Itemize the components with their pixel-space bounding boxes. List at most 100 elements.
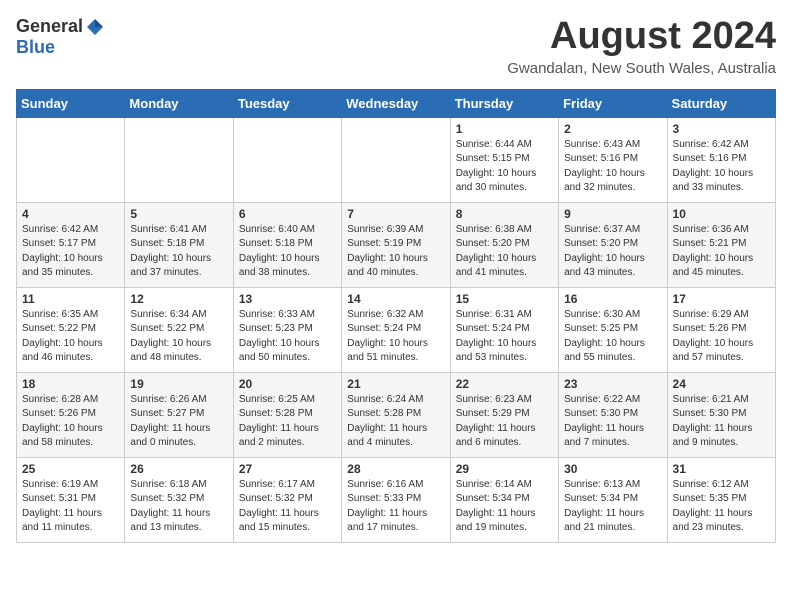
calendar-cell: 27 Sunrise: 6:17 AMSunset: 5:32 PMDayligh… [233,457,341,542]
day-number: 31 [673,462,770,476]
calendar-week-3: 11 Sunrise: 6:35 AMSunset: 5:22 PMDayligh… [17,287,776,372]
logo-blue-text: Blue [16,37,55,58]
day-info: Sunrise: 6:36 AMSunset: 5:21 PMDaylight:… [673,223,770,281]
day-number: 27 [239,462,336,476]
day-info: Sunrise: 6:30 AMSunset: 5:25 PMDaylight:… [564,308,661,366]
day-info: Sunrise: 6:42 AMSunset: 5:17 PMDaylight:… [22,223,119,281]
day-number: 24 [673,377,770,391]
day-number: 29 [456,462,553,476]
calendar-cell: 19Sunrise: 6:26 AMSunset: 5:27 PMDayligh… [125,372,233,457]
calendar-cell: 21 Sunrise: 6:24 AMSunset: 5:28 PMDayligh… [342,372,450,457]
calendar-cell: 29Sunrise: 6:14 AMSunset: 5:34 PMDayligh… [450,457,558,542]
calendar-week-5: 25 Sunrise: 6:19 AMSunset: 5:31 PMDayligh… [17,457,776,542]
calendar-cell: 25 Sunrise: 6:19 AMSunset: 5:31 PMDayligh… [17,457,125,542]
day-number: 12 [130,292,227,306]
calendar-cell: 8Sunrise: 6:38 AMSunset: 5:20 PMDaylight… [450,202,558,287]
calendar-week-4: 18Sunrise: 6:28 AMSunset: 5:26 PMDayligh… [17,372,776,457]
header-thursday: Thursday [450,89,558,117]
day-info: Sunrise: 6:32 AMSunset: 5:24 PMDaylight:… [347,308,444,366]
day-number: 10 [673,207,770,221]
calendar-cell: 6 Sunrise: 6:40 AMSunset: 5:18 PMDaylight… [233,202,341,287]
calendar-cell [233,117,341,202]
day-info: Sunrise: 6:12 AMSunset: 5:35 PMDaylight:… [673,478,770,536]
day-info: Sunrise: 6:22 AMSunset: 5:30 PMDaylight:… [564,393,661,451]
day-number: 18 [22,377,119,391]
day-number: 6 [239,207,336,221]
day-info: Sunrise: 6:19 AMSunset: 5:31 PMDaylight:… [22,478,119,536]
calendar-cell: 2 Sunrise: 6:43 AMSunset: 5:16 PMDaylight… [559,117,667,202]
location-subtitle: Gwandalan, New South Wales, Australia [507,60,776,77]
day-number: 28 [347,462,444,476]
day-info: Sunrise: 6:18 AMSunset: 5:32 PMDaylight:… [130,478,227,536]
calendar-week-1: 1 Sunrise: 6:44 AMSunset: 5:15 PMDaylight… [17,117,776,202]
calendar-cell: 16 Sunrise: 6:30 AMSunset: 5:25 PMDayligh… [559,287,667,372]
day-info: Sunrise: 6:43 AMSunset: 5:16 PMDaylight:… [564,138,661,196]
day-number: 14 [347,292,444,306]
day-number: 2 [564,122,661,136]
day-info: Sunrise: 6:34 AMSunset: 5:22 PMDaylight:… [130,308,227,366]
calendar-cell [125,117,233,202]
calendar-cell: 10 Sunrise: 6:36 AMSunset: 5:21 PMDayligh… [667,202,775,287]
calendar-table: SundayMondayTuesdayWednesdayThursdayFrid… [16,89,776,543]
calendar-cell: 23 Sunrise: 6:22 AMSunset: 5:30 PMDayligh… [559,372,667,457]
day-number: 30 [564,462,661,476]
day-info: Sunrise: 6:31 AMSunset: 5:24 PMDaylight:… [456,308,553,366]
day-info: Sunrise: 6:29 AMSunset: 5:26 PMDaylight:… [673,308,770,366]
calendar-cell: 15 Sunrise: 6:31 AMSunset: 5:24 PMDayligh… [450,287,558,372]
day-number: 23 [564,377,661,391]
day-info: Sunrise: 6:25 AMSunset: 5:28 PMDaylight:… [239,393,336,451]
day-info: Sunrise: 6:40 AMSunset: 5:18 PMDaylight:… [239,223,336,281]
day-info: Sunrise: 6:17 AMSunset: 5:32 PMDaylight:… [239,478,336,536]
day-number: 26 [130,462,227,476]
logo-icon [85,17,105,37]
day-number: 20 [239,377,336,391]
calendar-cell: 26 Sunrise: 6:18 AMSunset: 5:32 PMDayligh… [125,457,233,542]
day-info: Sunrise: 6:44 AMSunset: 5:15 PMDaylight:… [456,138,553,196]
day-number: 15 [456,292,553,306]
calendar-cell: 11 Sunrise: 6:35 AMSunset: 5:22 PMDayligh… [17,287,125,372]
calendar-cell: 18Sunrise: 6:28 AMSunset: 5:26 PMDayligh… [17,372,125,457]
calendar-cell: 3Sunrise: 6:42 AMSunset: 5:16 PMDaylight… [667,117,775,202]
day-info: Sunrise: 6:24 AMSunset: 5:28 PMDaylight:… [347,393,444,451]
day-number: 16 [564,292,661,306]
day-number: 1 [456,122,553,136]
header-wednesday: Wednesday [342,89,450,117]
calendar-cell: 1 Sunrise: 6:44 AMSunset: 5:15 PMDaylight… [450,117,558,202]
day-info: Sunrise: 6:38 AMSunset: 5:20 PMDaylight:… [456,223,553,281]
calendar-cell: 14 Sunrise: 6:32 AMSunset: 5:24 PMDayligh… [342,287,450,372]
calendar-header-row: SundayMondayTuesdayWednesdayThursdayFrid… [17,89,776,117]
month-title: August 2024 [507,16,776,58]
calendar-cell: 24 Sunrise: 6:21 AMSunset: 5:30 PMDayligh… [667,372,775,457]
day-number: 25 [22,462,119,476]
header-monday: Monday [125,89,233,117]
calendar-cell: 12 Sunrise: 6:34 AMSunset: 5:22 PMDayligh… [125,287,233,372]
calendar-cell [342,117,450,202]
day-number: 5 [130,207,227,221]
day-number: 9 [564,207,661,221]
calendar-cell: 22Sunrise: 6:23 AMSunset: 5:29 PMDayligh… [450,372,558,457]
calendar-cell: 20 Sunrise: 6:25 AMSunset: 5:28 PMDayligh… [233,372,341,457]
title-area: August 2024 Gwandalan, New South Wales, … [507,16,776,77]
calendar-cell: 31 Sunrise: 6:12 AMSunset: 5:35 PMDayligh… [667,457,775,542]
header-saturday: Saturday [667,89,775,117]
calendar-cell: 30 Sunrise: 6:13 AMSunset: 5:34 PMDayligh… [559,457,667,542]
calendar-cell: 5Sunrise: 6:41 AMSunset: 5:18 PMDaylight… [125,202,233,287]
day-number: 17 [673,292,770,306]
day-info: Sunrise: 6:23 AMSunset: 5:29 PMDaylight:… [456,393,553,451]
logo-general-text: General [16,16,83,37]
day-info: Sunrise: 6:16 AMSunset: 5:33 PMDaylight:… [347,478,444,536]
calendar-cell: 4Sunrise: 6:42 AMSunset: 5:17 PMDaylight… [17,202,125,287]
day-number: 7 [347,207,444,221]
day-info: Sunrise: 6:13 AMSunset: 5:34 PMDaylight:… [564,478,661,536]
calendar-week-2: 4Sunrise: 6:42 AMSunset: 5:17 PMDaylight… [17,202,776,287]
day-info: Sunrise: 6:33 AMSunset: 5:23 PMDaylight:… [239,308,336,366]
day-number: 19 [130,377,227,391]
day-info: Sunrise: 6:21 AMSunset: 5:30 PMDaylight:… [673,393,770,451]
day-number: 21 [347,377,444,391]
calendar-cell: 28 Sunrise: 6:16 AMSunset: 5:33 PMDayligh… [342,457,450,542]
header-sunday: Sunday [17,89,125,117]
header-friday: Friday [559,89,667,117]
day-number: 11 [22,292,119,306]
day-info: Sunrise: 6:35 AMSunset: 5:22 PMDaylight:… [22,308,119,366]
calendar-cell: 9Sunrise: 6:37 AMSunset: 5:20 PMDaylight… [559,202,667,287]
